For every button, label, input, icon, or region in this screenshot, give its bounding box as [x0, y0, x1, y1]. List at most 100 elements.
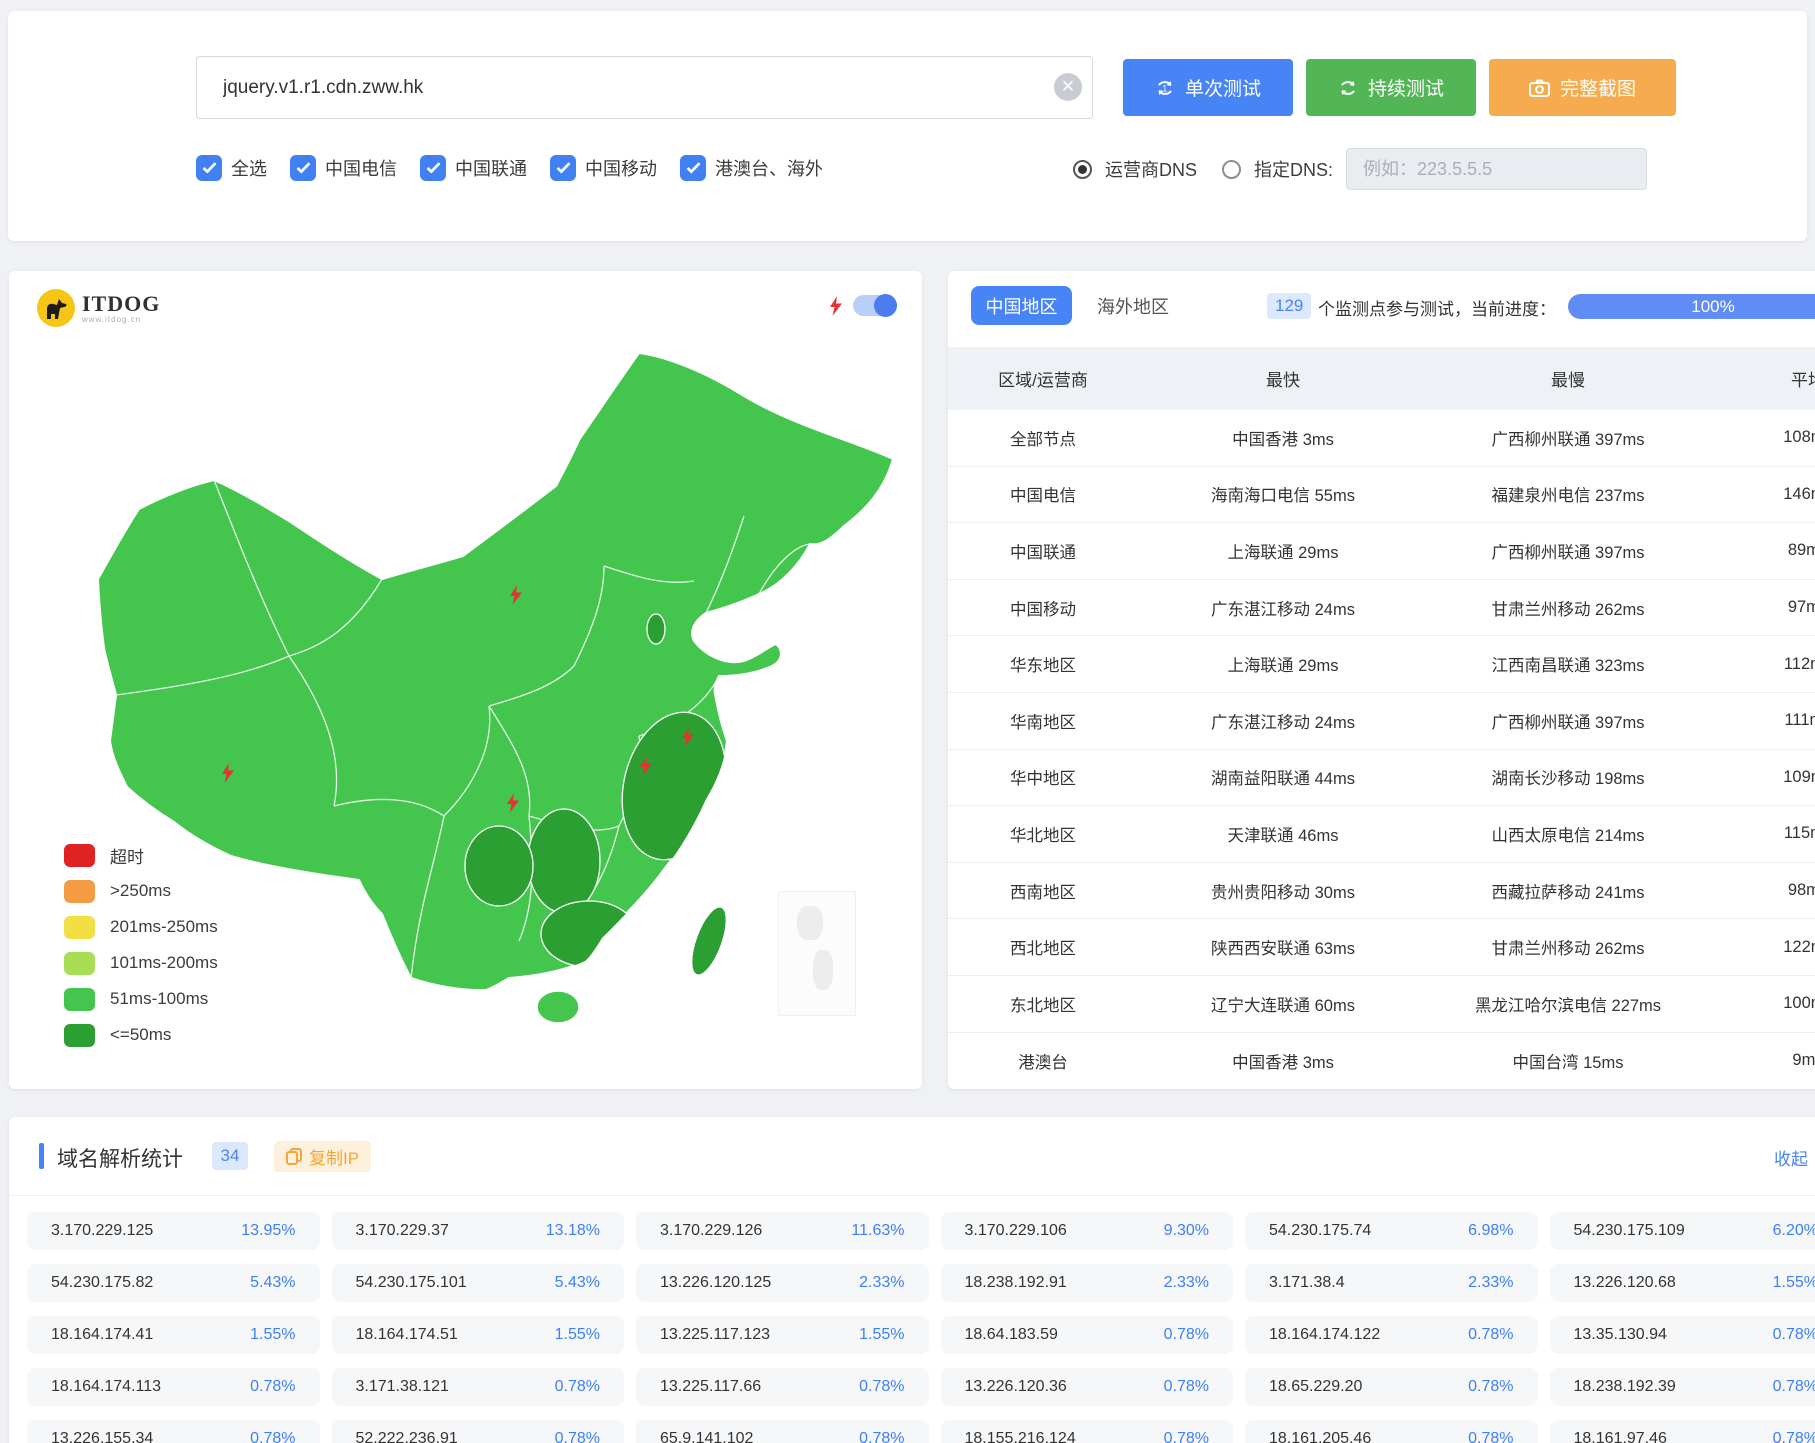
single-test-label: 单次测试 [1184, 79, 1261, 100]
taiwan-island[interactable] [684, 903, 733, 980]
ip-stat-cell: 18.65.229.20 0.78% [1245, 1368, 1538, 1406]
legend-item: 51ms-100ms [64, 981, 218, 1017]
screenshot-button[interactable]: 完整截图 [1489, 59, 1676, 116]
ip-address: 65.9.141.102 [660, 1430, 754, 1443]
ip-stat-cell: 18.238.192.91 2.33% [940, 1264, 1233, 1302]
tab-china-region[interactable]: 中国地区 [971, 286, 1072, 325]
ip-stat-cell: 65.9.141.102 0.78% [636, 1420, 929, 1443]
progress-text: 个监测点参与测试，当前进度： [1318, 300, 1556, 319]
ip-stat-cell: 3.170.229.125 13.95% [27, 1212, 320, 1250]
ip-address: 13.226.120.125 [660, 1274, 772, 1291]
result-cell: 辽宁大连联通 60ms [1211, 996, 1355, 1015]
result-cell: 上海联通 29ms [1227, 657, 1339, 676]
result-cell: 上海联通 29ms [1227, 543, 1339, 562]
ip-address: 18.64.183.59 [964, 1326, 1058, 1343]
checkbox-item-2[interactable]: 中国联通 [420, 155, 527, 181]
ip-address: 3.170.229.106 [964, 1222, 1067, 1239]
single-test-button[interactable]: 1 单次测试 [1123, 59, 1293, 116]
result-row: 华北地区 天津联通 46ms 山西太原电信 214ms 115ms [948, 806, 1815, 863]
clear-input-icon[interactable]: ✕ [1054, 73, 1082, 101]
collapse-link[interactable]: 收起 [1774, 1145, 1808, 1170]
result-cell: 全部节点 [1010, 430, 1076, 449]
result-cell: 黑龙江哈尔滨电信 227ms [1474, 996, 1662, 1015]
dog-logo-icon [37, 289, 75, 327]
ip-percent: 9.30% [1163, 1222, 1209, 1239]
result-cell: 112ms [1783, 654, 1815, 673]
ip-stat-cell: 52.222.236.91 0.78% [331, 1420, 624, 1443]
result-cell: 中国电信 [1010, 487, 1076, 506]
tab-overseas-region[interactable]: 海外地区 [1088, 286, 1178, 325]
south-china-sea-inset [778, 891, 856, 1016]
checkbox-item-0[interactable]: 全选 [196, 155, 267, 181]
ip-percent: 1.55% [554, 1326, 600, 1343]
accent-bar [39, 1143, 44, 1169]
ip-address: 52.222.236.91 [355, 1430, 458, 1443]
legend-item: 超时 [64, 837, 218, 873]
carrier-dns-radio[interactable] [1073, 159, 1092, 179]
ip-address: 18.238.192.91 [964, 1274, 1067, 1291]
ip-address: 54.230.175.74 [1269, 1222, 1372, 1239]
result-cell: 中国香港 3ms [1232, 1053, 1334, 1072]
stats-title: 域名解析统计 [57, 1148, 183, 1171]
checkbox-item-4[interactable]: 港澳台、海外 [680, 155, 823, 181]
result-cell: 湖南长沙移动 198ms [1491, 770, 1645, 789]
result-cell: 115ms [1783, 824, 1815, 843]
panel-header: 中国地区 海外地区 129 个监测点参与测试，当前进度： 100% [948, 271, 1815, 347]
map-bolt-toggle[interactable] [853, 294, 897, 317]
legend-swatch [64, 843, 95, 867]
ip-percent: 0.78% [554, 1430, 600, 1443]
ip-stat-cell: 13.35.130.94 0.78% [1549, 1316, 1815, 1354]
ip-stat-cell: 54.230.175.74 6.98% [1245, 1212, 1538, 1250]
screenshot-label: 完整截图 [1559, 79, 1636, 100]
result-row: 西南地区 贵州贵阳移动 30ms 西藏拉萨移动 241ms 98ms [948, 863, 1815, 920]
custom-dns-input[interactable] [1346, 148, 1648, 190]
result-cell: 广东湛江移动 24ms [1211, 713, 1355, 732]
result-cell: 华南地区 [1010, 713, 1076, 732]
header-slowest: 最慢 [1551, 371, 1585, 390]
ip-percent: 13.18% [545, 1222, 600, 1239]
ip-stat-cell: 13.225.117.66 0.78% [636, 1368, 929, 1406]
china-map-card: ITDOG www.itdog.cn 超时 >250ms 201ms-250ms… [9, 271, 922, 1089]
result-cell: 福建泉州电信 237ms [1491, 487, 1645, 506]
camera-icon [1528, 79, 1550, 97]
custom-dns-radio[interactable] [1222, 159, 1242, 179]
ip-percent: 6.98% [1468, 1222, 1514, 1239]
legend-swatch [64, 951, 95, 975]
custom-dns-label: 指定DNS: [1254, 160, 1334, 180]
legend-item: >250ms [64, 873, 218, 909]
result-cell: 西藏拉萨移动 241ms [1491, 883, 1645, 902]
copy-ip-button[interactable]: 复制IP [274, 1141, 372, 1172]
checkbox-item-1[interactable]: 中国电信 [290, 155, 397, 181]
result-cell: 华中地区 [1010, 770, 1076, 789]
checkbox-label: 中国联通 [455, 159, 527, 179]
legend-label: 101ms-200ms [110, 953, 218, 972]
ip-percent: 0.78% [1468, 1378, 1514, 1395]
checkbox-check-icon [196, 155, 222, 181]
legend-item: 201ms-250ms [64, 909, 218, 945]
ip-percent: 0.78% [1163, 1430, 1209, 1443]
ip-percent: 0.78% [1468, 1430, 1514, 1443]
ip-address: 18.164.174.51 [355, 1326, 458, 1343]
result-row: 华南地区 广东湛江移动 24ms 广西柳州联通 397ms 111ms [948, 693, 1815, 750]
header-fastest: 最快 [1266, 371, 1300, 390]
checkbox-item-3[interactable]: 中国移动 [550, 155, 657, 181]
ip-address: 13.226.155.34 [51, 1430, 154, 1443]
ip-address: 3.171.38.4 [1269, 1274, 1345, 1291]
result-cell: 华东地区 [1010, 657, 1076, 676]
ip-stat-cell: 3.171.38.4 2.33% [1245, 1264, 1538, 1302]
ip-stat-cell: 18.161.205.46 0.78% [1245, 1420, 1538, 1443]
result-cell: 陕西西安联通 63ms [1211, 940, 1355, 959]
result-cell: 湖南益阳联通 44ms [1211, 770, 1355, 789]
ip-percent: 0.78% [1163, 1378, 1209, 1395]
continuous-test-button[interactable]: 持续测试 [1306, 59, 1476, 116]
ip-address: 3.171.38.121 [355, 1378, 449, 1395]
ip-percent: 5.43% [250, 1274, 296, 1291]
legend-swatch [64, 879, 95, 903]
header-average: 平均 [1791, 371, 1815, 390]
ip-stat-cell: 3.170.229.37 13.18% [331, 1212, 624, 1250]
result-cell: 广西柳州联通 397ms [1491, 430, 1645, 449]
legend-swatch [64, 915, 95, 939]
ip-address: 3.170.229.37 [355, 1222, 449, 1239]
hainan-island[interactable] [536, 990, 580, 1024]
host-input[interactable] [196, 56, 1093, 119]
